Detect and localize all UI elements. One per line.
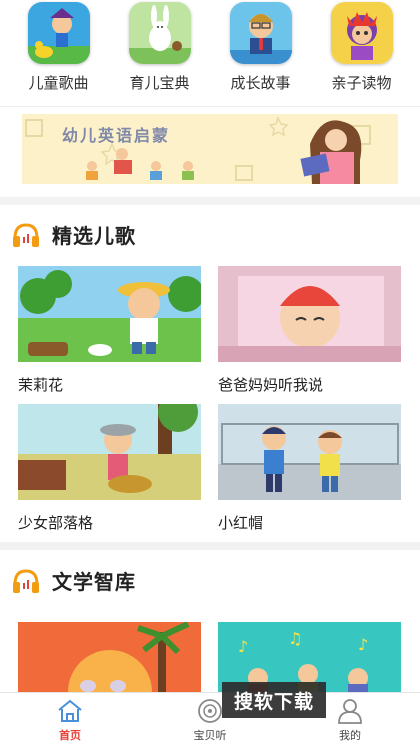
- category-row: 儿童歌曲 育儿宝典 成长故事 亲子读物: [0, 0, 420, 104]
- growth-story-icon: [229, 2, 292, 64]
- kids-songs-icon: [27, 2, 90, 64]
- section-header-literature-library: 文学智库: [12, 566, 136, 595]
- home-icon: [58, 699, 82, 722]
- song-title: 小红帽: [218, 515, 264, 532]
- bottom-navigation: 首页 宝贝听 我的: [0, 692, 420, 746]
- literature-card[interactable]: [18, 622, 201, 692]
- svg-text:♪: ♪: [238, 637, 248, 656]
- svg-text:♫: ♫: [288, 629, 302, 648]
- section-gap: [0, 197, 420, 205]
- song-thumbnail: [18, 266, 201, 362]
- banner-english-enlightenment[interactable]: 幼儿英语启蒙: [22, 114, 398, 184]
- section-header-selected-songs: 精选儿歌: [12, 220, 136, 249]
- nav-label: 宝贝听: [193, 730, 227, 742]
- song-title: 少女部落格: [18, 515, 94, 532]
- section-title: 文学智库: [52, 572, 136, 594]
- banner-title: 幼儿英语启蒙: [62, 128, 171, 145]
- profile-icon: [338, 699, 362, 724]
- category-growth-story[interactable]: 成长故事: [216, 0, 306, 104]
- song-card-little-red-hat[interactable]: 小红帽: [218, 404, 401, 533]
- parenting-icon: [128, 2, 191, 64]
- category-label: 成长故事: [230, 75, 291, 92]
- parent-child-reading-icon: [330, 2, 393, 64]
- song-card-molihua[interactable]: 茉莉花: [18, 266, 201, 395]
- category-label: 儿童歌曲: [28, 75, 89, 92]
- nav-label: 首页: [59, 730, 81, 742]
- section-gap: [0, 542, 420, 550]
- divider: [0, 106, 420, 107]
- song-thumbnail: [218, 266, 401, 362]
- category-parenting[interactable]: 育儿宝典: [115, 0, 205, 104]
- section-title: 精选儿歌: [52, 226, 136, 248]
- nav-label: 我的: [339, 730, 361, 742]
- category-parent-child-reading[interactable]: 亲子读物: [317, 0, 407, 104]
- song-thumbnail: [18, 404, 201, 500]
- song-title: 茉莉花: [18, 377, 64, 394]
- category-label: 亲子读物: [331, 75, 392, 92]
- record-disc-icon: [198, 699, 222, 723]
- svg-text:♪: ♪: [358, 635, 368, 654]
- watermark-badge: 搜软下载: [222, 682, 326, 718]
- category-kids-songs[interactable]: 儿童歌曲: [14, 0, 104, 104]
- category-label: 育儿宝典: [129, 75, 190, 92]
- headphone-icon: [13, 568, 39, 593]
- headphone-icon: [13, 222, 39, 247]
- song-thumbnail: [218, 404, 401, 500]
- song-card-girl-tribe[interactable]: 少女部落格: [18, 404, 201, 533]
- song-title: 爸爸妈妈听我说: [218, 377, 324, 394]
- nav-home[interactable]: 首页: [30, 693, 110, 746]
- literature-thumbnail: [18, 622, 201, 692]
- song-card-dad-mom-listen[interactable]: 爸爸妈妈听我说: [218, 266, 401, 395]
